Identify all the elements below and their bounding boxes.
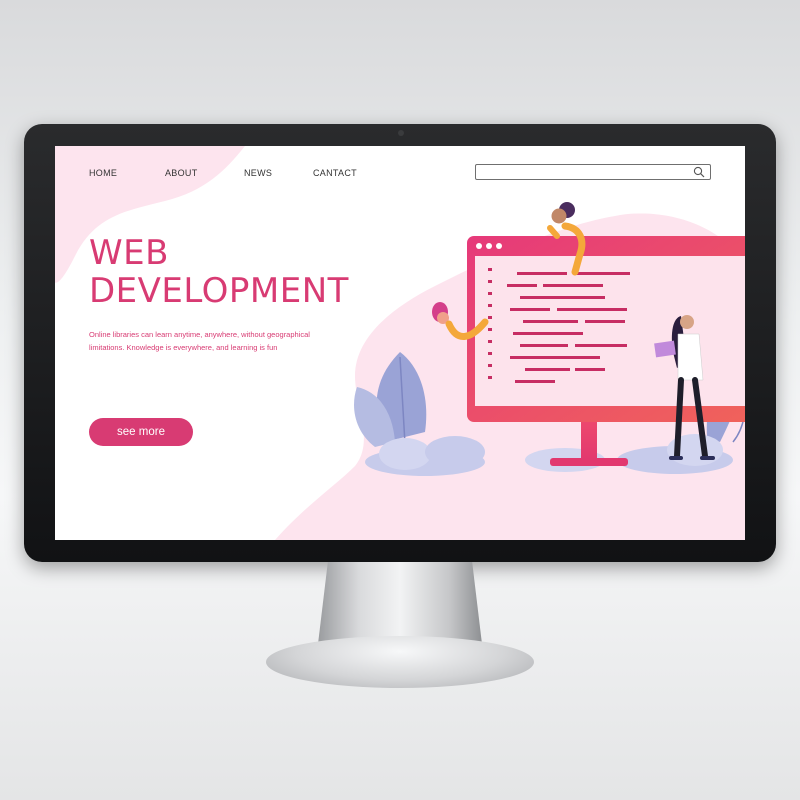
search-input[interactable] [480, 168, 684, 183]
camera-icon [398, 130, 404, 136]
nav-about[interactable]: ABOUT [165, 168, 198, 178]
web-dev-illustration [354, 202, 745, 476]
see-more-button[interactable]: see more [89, 418, 193, 446]
nav-contact[interactable]: CANTACT [313, 168, 357, 178]
monitor-stand-neck [318, 562, 482, 644]
monitor-stand-base [266, 636, 534, 688]
hero-title: WEB DEVELOPMENT [89, 234, 349, 310]
nav-news[interactable]: NEWS [244, 168, 272, 178]
leaf-left-icon [354, 352, 427, 447]
search-bar[interactable] [475, 164, 711, 183]
hero-title-line2: DEVELOPMENT [89, 271, 349, 311]
hero-desc-line2: limitations. Knowledge is everywhere, an… [89, 343, 278, 352]
nav-home[interactable]: HOME [89, 168, 117, 178]
hero-desc-line1: Online libraries can learn anytime, anyw… [89, 330, 310, 339]
monitor-bezel: HOME ABOUT NEWS CANTACT WEB DEVELOPMENT … [24, 124, 776, 562]
hero-description: Online libraries can learn anytime, anyw… [89, 328, 359, 354]
screen: HOME ABOUT NEWS CANTACT WEB DEVELOPMENT … [55, 146, 745, 540]
hero-title-line1: WEB [89, 233, 169, 273]
search-icon[interactable] [692, 166, 706, 178]
